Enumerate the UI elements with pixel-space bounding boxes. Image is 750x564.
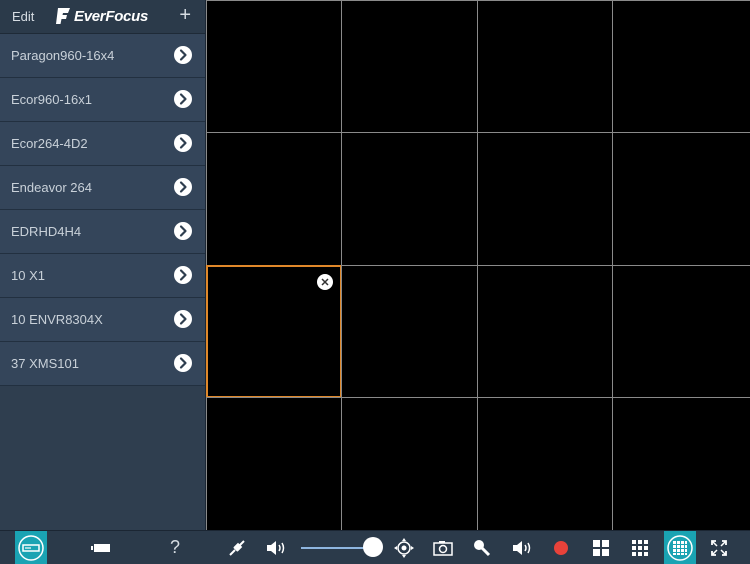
camera-cell[interactable]: [206, 397, 342, 531]
battery-button[interactable]: [85, 531, 117, 564]
fullscreen-button[interactable]: [704, 531, 734, 564]
device-label: Ecor960-16x1: [11, 92, 92, 107]
device-row[interactable]: Ecor264-4D2: [0, 122, 205, 166]
logo-mark-icon: [56, 8, 70, 24]
snapshot-button[interactable]: [428, 531, 458, 564]
layout-2x2-button[interactable]: [586, 531, 616, 564]
dvr-button[interactable]: [15, 531, 47, 564]
battery-icon: [91, 543, 110, 552]
chevron-right-icon[interactable]: [174, 222, 192, 240]
chevron-right-icon[interactable]: [174, 178, 192, 196]
camera-cell[interactable]: [477, 397, 613, 531]
device-label: Ecor264-4D2: [11, 136, 88, 151]
device-row[interactable]: 10 ENVR8304X: [0, 298, 205, 342]
add-device-button[interactable]: +: [179, 5, 191, 25]
chevron-right-icon[interactable]: [174, 266, 192, 284]
layout-4x4-icon: [667, 534, 693, 561]
device-row[interactable]: EDRHD4H4: [0, 210, 205, 254]
device-row[interactable]: Endeavor 264: [0, 166, 205, 210]
layout-4x4-button[interactable]: [664, 531, 696, 564]
chevron-right-icon[interactable]: [174, 90, 192, 108]
sidebar-header: Edit EverFocus +: [0, 0, 205, 34]
snapshot-icon: [433, 540, 453, 556]
device-list: Paragon960-16x4 Ecor960-16x1 Ecor264-4D2 En…: [0, 34, 205, 386]
speaker-icon: [267, 540, 285, 555]
close-cell-icon[interactable]: [317, 274, 333, 290]
layout-3x3-button[interactable]: [625, 531, 655, 564]
device-label: Paragon960-16x4: [11, 48, 115, 63]
device-row[interactable]: Paragon960-16x4: [0, 34, 205, 78]
camera-cell[interactable]: [477, 132, 613, 266]
chevron-right-icon[interactable]: [174, 310, 192, 328]
layout-2x2-icon: [593, 539, 609, 556]
chevron-right-icon[interactable]: [174, 46, 192, 64]
edit-button[interactable]: Edit: [12, 9, 34, 24]
camera-cell[interactable]: [477, 0, 613, 133]
camera-cell[interactable]: [612, 132, 750, 266]
device-label: EDRHD4H4: [11, 224, 82, 239]
dvr-icon: [18, 534, 44, 561]
fullscreen-icon: [711, 539, 727, 556]
device-sidebar: Edit EverFocus + Paragon960-16x4 Ecor960-…: [0, 0, 206, 530]
device-label: 10 X1: [11, 268, 45, 283]
device-row[interactable]: 10 X1: [0, 254, 205, 298]
record-icon: [554, 540, 568, 555]
camera-cell[interactable]: [341, 397, 478, 531]
camera-cell[interactable]: [341, 132, 478, 266]
layout-3x3-icon: [632, 539, 648, 556]
camera-cell-selected[interactable]: [206, 265, 342, 398]
camera-cell[interactable]: [477, 265, 613, 398]
device-row[interactable]: 37 XMS101: [0, 342, 205, 386]
device-label: 37 XMS101: [11, 356, 79, 371]
help-icon: ?: [169, 537, 180, 557]
everfocus-logo: EverFocus: [56, 6, 148, 26]
camera-cell[interactable]: [341, 265, 478, 398]
chevron-right-icon[interactable]: [174, 134, 192, 152]
device-label: 10 ENVR8304X: [11, 312, 103, 327]
chevron-right-icon[interactable]: [174, 354, 192, 372]
volume-slider-knob[interactable]: [363, 537, 383, 557]
camera-cell[interactable]: [612, 265, 750, 398]
speaker-button[interactable]: [261, 531, 291, 564]
audio-icon: [513, 540, 531, 555]
record-button[interactable]: [546, 531, 576, 564]
ptz-button[interactable]: [389, 531, 419, 564]
help-button[interactable]: ?: [160, 531, 190, 564]
logo-text: EverFocus: [74, 7, 148, 25]
camera-cell[interactable]: [341, 0, 478, 133]
camera-cell[interactable]: [206, 0, 342, 133]
ptz-icon: [394, 537, 414, 558]
audio-button[interactable]: [507, 531, 537, 564]
camera-cell[interactable]: [612, 397, 750, 531]
camera-cell[interactable]: [206, 132, 342, 266]
camera-cell[interactable]: [612, 0, 750, 133]
device-label: Endeavor 264: [11, 180, 92, 195]
device-row[interactable]: Ecor960-16x1: [0, 78, 205, 122]
disconnect-icon: [229, 539, 245, 556]
microphone-icon: [474, 539, 491, 556]
camera-grid: [206, 0, 750, 531]
bottom-toolbar: ?: [0, 530, 750, 564]
microphone-button[interactable]: [467, 531, 497, 564]
disconnect-button[interactable]: [222, 531, 252, 564]
